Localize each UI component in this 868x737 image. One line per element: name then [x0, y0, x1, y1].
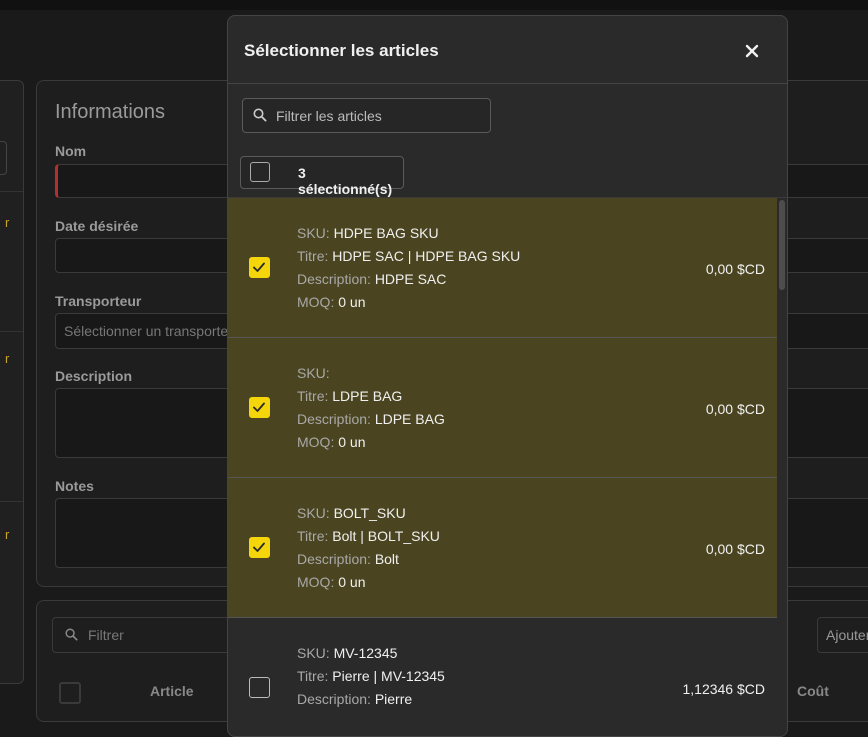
sku-line: SKU: HDPE BAG SKU [297, 225, 439, 241]
left-panel: r r r [0, 80, 24, 684]
article-search-input[interactable] [275, 99, 481, 132]
left-divider [0, 501, 23, 502]
select-all-toggle[interactable]: 3 sélectionné(s) [240, 156, 404, 197]
sku-key: SKU: [297, 225, 330, 241]
titre-value: LDPE BAG [332, 388, 403, 404]
titre-key: Titre: [297, 668, 329, 684]
description-line: Description: Pierre [297, 691, 412, 707]
moq-key: MOQ: [297, 434, 335, 450]
description-value: Bolt [374, 551, 399, 567]
list-scrollbar[interactable] [777, 198, 787, 736]
article-checkbox[interactable] [249, 397, 270, 418]
titre-key: Titre: [297, 388, 329, 404]
search-icon [65, 628, 78, 641]
left-divider [0, 331, 23, 332]
titre-key: Titre: [297, 248, 329, 264]
article-list: SKU: HDPE BAG SKU Titre: HDPE SAC | HDPE… [228, 198, 777, 736]
article-checkbox[interactable] [249, 257, 270, 278]
description-value: Pierre [374, 691, 413, 707]
titre-value: Pierre | MV-12345 [332, 668, 445, 684]
select-articles-modal: Sélectionner les articles 3 sélectionné(… [227, 15, 788, 737]
titre-value: Bolt | BOLT_SKU [332, 528, 440, 544]
left-mark: r [5, 527, 10, 542]
description-key: Description: [297, 271, 371, 287]
sku-line: SKU: BOLT_SKU [297, 505, 406, 521]
moq-value: 0 un [338, 434, 366, 450]
modal-divider [228, 83, 787, 84]
sku-key: SKU: [297, 505, 330, 521]
notes-label: Notes [55, 478, 94, 494]
article-row[interactable]: SKU: Titre: LDPE BAG Description: LDPE B… [228, 338, 777, 478]
check-icon [253, 542, 265, 552]
select-all-checkbox[interactable] [250, 162, 270, 182]
article-price: 0,00 $CD [705, 401, 765, 417]
scrollbar-thumb[interactable] [779, 200, 785, 290]
article-row[interactable]: SKU: BOLT_SKU Titre: Bolt | BOLT_SKU Des… [228, 478, 777, 618]
sku-line: SKU: [297, 365, 330, 381]
description-value: HDPE SAC [374, 271, 447, 287]
transporteur-placeholder: Sélectionner un transporteur [64, 323, 241, 339]
column-article: Article [150, 683, 194, 699]
description-key: Description: [297, 411, 371, 427]
titre-line: Titre: Pierre | MV-12345 [297, 668, 445, 684]
left-divider [0, 191, 23, 192]
titre-line: Titre: Bolt | BOLT_SKU [297, 528, 440, 544]
description-value: LDPE BAG [374, 411, 445, 427]
close-icon [745, 44, 759, 58]
nom-label: Nom [55, 143, 87, 159]
article-price: 1,12346 $CD [682, 681, 765, 697]
article-price: 0,00 $CD [705, 261, 765, 277]
sku-value: HDPE BAG SKU [333, 225, 439, 241]
moq-value: 0 un [338, 574, 366, 590]
moq-line: MOQ: 0 un [297, 574, 365, 590]
transporteur-label: Transporteur [55, 293, 142, 309]
article-row[interactable]: SKU: MV-12345 Titre: Pierre | MV-12345 D… [228, 618, 777, 736]
moq-value: 0 un [338, 294, 366, 310]
add-button[interactable]: Ajouter [817, 617, 868, 653]
description-key: Description: [297, 551, 371, 567]
moq-line: MOQ: 0 un [297, 294, 365, 310]
article-price: 0,00 $CD [705, 541, 765, 557]
titre-line: Titre: LDPE BAG [297, 388, 402, 404]
selected-count: 3 sélectionné(s) [298, 165, 393, 197]
description-line: Description: LDPE BAG [297, 411, 445, 427]
sku-line: SKU: MV-12345 [297, 645, 397, 661]
description-key: Description: [297, 691, 371, 707]
filter-placeholder: Filtrer [88, 627, 124, 643]
sku-value: MV-12345 [333, 645, 398, 661]
article-checkbox[interactable] [249, 677, 270, 698]
add-button-label: Ajouter [826, 627, 868, 643]
check-icon [253, 262, 265, 272]
filter-input[interactable]: Filtrer [52, 617, 254, 653]
left-mark: r [5, 351, 10, 366]
description-line: Description: HDPE SAC [297, 271, 446, 287]
date-label: Date désirée [55, 218, 139, 234]
description-line: Description: Bolt [297, 551, 399, 567]
sku-key: SKU: [297, 365, 330, 381]
search-icon [253, 108, 267, 122]
close-button[interactable] [741, 40, 763, 62]
left-input [0, 141, 7, 175]
select-all-checkbox[interactable] [59, 682, 81, 704]
left-mark: r [5, 215, 10, 230]
titre-key: Titre: [297, 528, 329, 544]
titre-value: HDPE SAC | HDPE BAG SKU [332, 248, 521, 264]
column-cout: Coût [797, 683, 829, 699]
sku-value: BOLT_SKU [333, 505, 406, 521]
modal-title: Sélectionner les articles [244, 41, 439, 60]
moq-line: MOQ: 0 un [297, 434, 365, 450]
check-icon [253, 402, 265, 412]
moq-key: MOQ: [297, 294, 335, 310]
informations-title: Informations [55, 101, 166, 123]
titre-line: Titre: HDPE SAC | HDPE BAG SKU [297, 248, 520, 264]
article-row[interactable]: SKU: HDPE BAG SKU Titre: HDPE SAC | HDPE… [228, 198, 777, 338]
sku-key: SKU: [297, 645, 330, 661]
article-search [242, 98, 491, 133]
article-checkbox[interactable] [249, 537, 270, 558]
moq-key: MOQ: [297, 574, 335, 590]
description-label: Description [55, 368, 133, 384]
